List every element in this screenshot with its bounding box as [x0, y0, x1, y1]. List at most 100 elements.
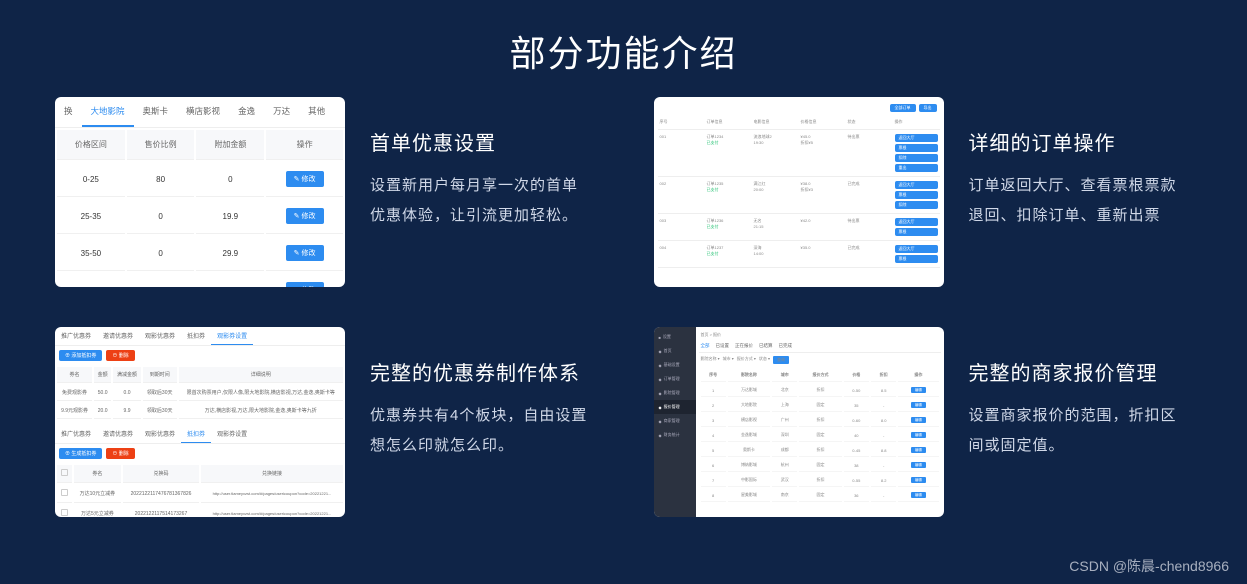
coupon-code-table: 券名兑换码兑换链接 万达10元立减券2022122117476781367826… — [55, 463, 345, 517]
card-coupons: 推广优惠券 邀请优惠券 观影优惠券 抵扣券 观影券设置 ⊕ 添加抵扣券 ⊖ 删除… — [55, 327, 345, 517]
tab-item[interactable]: 已完成 — [779, 343, 793, 349]
tab-item[interactable]: 其他 — [299, 97, 334, 127]
delete-button[interactable]: ⊖ 删除 — [106, 350, 134, 361]
tab-item-active[interactable]: 大地影院 — [82, 97, 134, 127]
coupon-tabs-2: 推广优惠券 邀请优惠券 观影优惠券 抵扣券 观影券设置 — [55, 425, 345, 444]
table-row: 5奥斯卡成都折扣0-458.8编辑 — [701, 444, 939, 457]
search-button[interactable]: 查询 — [773, 356, 789, 364]
filter-bar: 影院名称 ▾城市 ▾报价方式 ▾状态 ▾ 查询 — [699, 353, 941, 367]
tab-item[interactable]: 邀请优惠券 — [97, 425, 139, 443]
tab-item[interactable]: 观影优惠券 — [139, 425, 181, 443]
table-row: 50-60800✎ 修改 — [57, 273, 343, 287]
feature-heading: 完整的优惠券制作体系 — [370, 357, 594, 386]
tab-item[interactable]: 横店影视 — [177, 97, 229, 127]
feature-desc: 完整的商家报价管理 设置商家报价的范围，折扣区间或固定值。 — [969, 327, 1193, 461]
tab-item-active[interactable]: 观影券设置 — [211, 327, 253, 345]
filter-button[interactable]: 全部订单 — [890, 104, 916, 112]
order-action-button[interactable]: 票根 — [895, 228, 938, 236]
add-coupon-button[interactable]: ⊕ 添加抵扣券 — [59, 350, 102, 361]
tab-item[interactable]: 正在报价 — [735, 343, 753, 349]
feature-desc: 首单优惠设置 设置新用户每月享一次的首单优惠体验，让引流更加轻松。 — [370, 97, 594, 231]
edit-button[interactable]: 编辑 — [911, 492, 926, 498]
edit-button[interactable]: ✎ 修改 — [286, 208, 324, 224]
coupon-tabs: 推广优惠券 邀请优惠券 观影优惠券 抵扣券 观影券设置 — [55, 327, 345, 346]
feature-heading: 完整的商家报价管理 — [969, 357, 1193, 386]
order-action-button[interactable]: 票根 — [895, 144, 938, 152]
sidebar-item[interactable]: ◆ 影院管理 — [654, 386, 696, 400]
edit-button[interactable]: 编辑 — [911, 417, 926, 423]
sidebar-item[interactable]: ◆ 财务统计 — [654, 428, 696, 442]
edit-button[interactable]: 编辑 — [911, 387, 926, 393]
sidebar-item[interactable]: ◆ 订单管理 — [654, 372, 696, 386]
edit-button[interactable]: 编辑 — [911, 402, 926, 408]
watermark: CSDN @陈晨-chend8966 — [1069, 556, 1229, 576]
order-header: 序号 订单信息 电影信息 价格信息 状态 操作 — [658, 115, 940, 130]
table-row: 免费观影券50.00.0领取后30天限首次购票用户,仅限人像,限大地影院,横店影… — [57, 385, 343, 401]
sidebar-item[interactable]: ◆ 基础设置 — [654, 358, 696, 372]
sidebar-item[interactable]: ◆ 首页 — [654, 344, 696, 358]
tab-item[interactable]: 推广优惠券 — [55, 327, 97, 345]
tab-item[interactable]: 观影优惠券 — [139, 327, 181, 345]
delete-button[interactable]: ⊖ 删除 — [106, 448, 134, 459]
checkbox-icon[interactable] — [61, 469, 68, 476]
feature-desc: 详细的订单操作 订单返回大厅、查看票根票款退回、扣除订单、重新出票 — [969, 97, 1193, 231]
sidebar: ■ 设置 ◆ 首页 ◆ 基础设置 ◆ 订单管理 ◆ 影院管理 ◆ 报价管理 ◆ … — [654, 327, 696, 517]
tab-item[interactable]: 抵扣券 — [181, 327, 211, 345]
table-row: 8星美影城南京固定36-编辑 — [701, 489, 939, 502]
checkbox-icon[interactable] — [61, 509, 68, 516]
edit-button[interactable]: 编辑 — [911, 447, 926, 453]
edit-button[interactable]: ✎ 修改 — [286, 171, 324, 187]
card-discount-table: 换 大地影院 奥斯卡 横店影视 金逸 万达 其他 价格区间 售价比例 附加金额 … — [55, 97, 345, 287]
order-action-button[interactable]: 返回大厅 — [895, 181, 938, 189]
edit-button[interactable]: ✎ 修改 — [286, 245, 324, 261]
feature-heading: 详细的订单操作 — [969, 127, 1193, 156]
tab-item[interactable]: 邀请优惠券 — [97, 327, 139, 345]
tab-item[interactable]: 换 — [55, 97, 82, 127]
tab-item[interactable]: 已设置 — [716, 343, 730, 349]
order-action-button[interactable]: 重出 — [895, 164, 938, 172]
order-action-button[interactable]: 扣除 — [895, 154, 938, 162]
tab-item[interactable]: 观影券设置 — [211, 425, 253, 443]
table-row: 3横店影视广州折扣0-608.0编辑 — [701, 414, 939, 427]
feature-merchant: ■ 设置 ◆ 首页 ◆ 基础设置 ◆ 订单管理 ◆ 影院管理 ◆ 报价管理 ◆ … — [654, 327, 1193, 517]
edit-button[interactable]: 编辑 — [911, 462, 926, 468]
features-grid: 换 大地影院 奥斯卡 横店影视 金逸 万达 其他 价格区间 售价比例 附加金额 … — [0, 97, 1247, 517]
table-row: 6博纳影城杭州固定38-编辑 — [701, 459, 939, 472]
tab-item[interactable]: 万达 — [264, 97, 299, 127]
feature-body: 设置新用户每月享一次的首单优惠体验，让引流更加轻松。 — [370, 171, 594, 231]
card-merchant: ■ 设置 ◆ 首页 ◆ 基础设置 ◆ 订单管理 ◆ 影院管理 ◆ 报价管理 ◆ … — [654, 327, 944, 517]
order-row: 002 订单1235已支付 满江红20:00 ¥38.0折扣¥3 已完成 返回大… — [658, 177, 940, 214]
order-row: 003 订单1236已支付 无名21:15 ¥42.0 待出票 返回大厅 票根 — [658, 214, 940, 241]
feature-body: 设置商家报价的范围，折扣区间或固定值。 — [969, 401, 1193, 461]
coupon-table: 券名金额满减金额到期时间详细说明 免费观影券50.00.0领取后30天限首次购票… — [55, 365, 345, 421]
card-orders: 全部订单 导出 序号 订单信息 电影信息 价格信息 状态 操作 001 订单12… — [654, 97, 944, 287]
edit-button[interactable]: ✎ 修改 — [286, 282, 324, 287]
tab-item[interactable]: 全部 — [701, 343, 710, 349]
cinema-tabs: 换 大地影院 奥斯卡 横店影视 金逸 万达 其他 — [55, 97, 345, 128]
page-title: 部分功能介绍 — [0, 0, 1247, 97]
order-action-button[interactable]: 返回大厅 — [895, 218, 938, 226]
order-action-button[interactable]: 返回大厅 — [895, 245, 938, 253]
order-action-button[interactable]: 票根 — [895, 255, 938, 263]
order-action-button[interactable]: 返回大厅 — [895, 134, 938, 142]
order-action-button[interactable]: 扣除 — [895, 201, 938, 209]
edit-button[interactable]: 编辑 — [911, 477, 926, 483]
edit-button[interactable]: 编辑 — [911, 432, 926, 438]
th: 附加金额 — [196, 130, 264, 160]
tab-item[interactable]: 奥斯卡 — [134, 97, 178, 127]
export-button[interactable]: 导出 — [919, 104, 937, 112]
table-row: 1万达影城北京折扣0-508.5编辑 — [701, 384, 939, 397]
feature-body: 优惠券共有4个板块，自由设置想怎么印就怎么印。 — [370, 401, 594, 461]
feature-discount: 换 大地影院 奥斯卡 横店影视 金逸 万达 其他 价格区间 售价比例 附加金额 … — [55, 97, 594, 287]
sidebar-item-active[interactable]: ◆ 报价管理 — [654, 400, 696, 414]
main-panel: 首页 > 报价 全部 已设置 正在报价 已结算 已完成 影院名称 ▾城市 ▾报价… — [696, 327, 944, 517]
generate-button[interactable]: ⊕ 生成抵扣券 — [59, 448, 102, 459]
checkbox-icon[interactable] — [61, 489, 68, 496]
tab-item[interactable]: 推广优惠券 — [55, 425, 97, 443]
feature-coupons: 推广优惠券 邀请优惠券 观影优惠券 抵扣券 观影券设置 ⊕ 添加抵扣券 ⊖ 删除… — [55, 327, 594, 517]
sidebar-item[interactable]: ◆ 商家管理 — [654, 414, 696, 428]
order-action-button[interactable]: 票根 — [895, 191, 938, 199]
tab-item[interactable]: 已结算 — [759, 343, 773, 349]
tab-item[interactable]: 金逸 — [229, 97, 264, 127]
tab-item-active[interactable]: 抵扣券 — [181, 425, 211, 443]
